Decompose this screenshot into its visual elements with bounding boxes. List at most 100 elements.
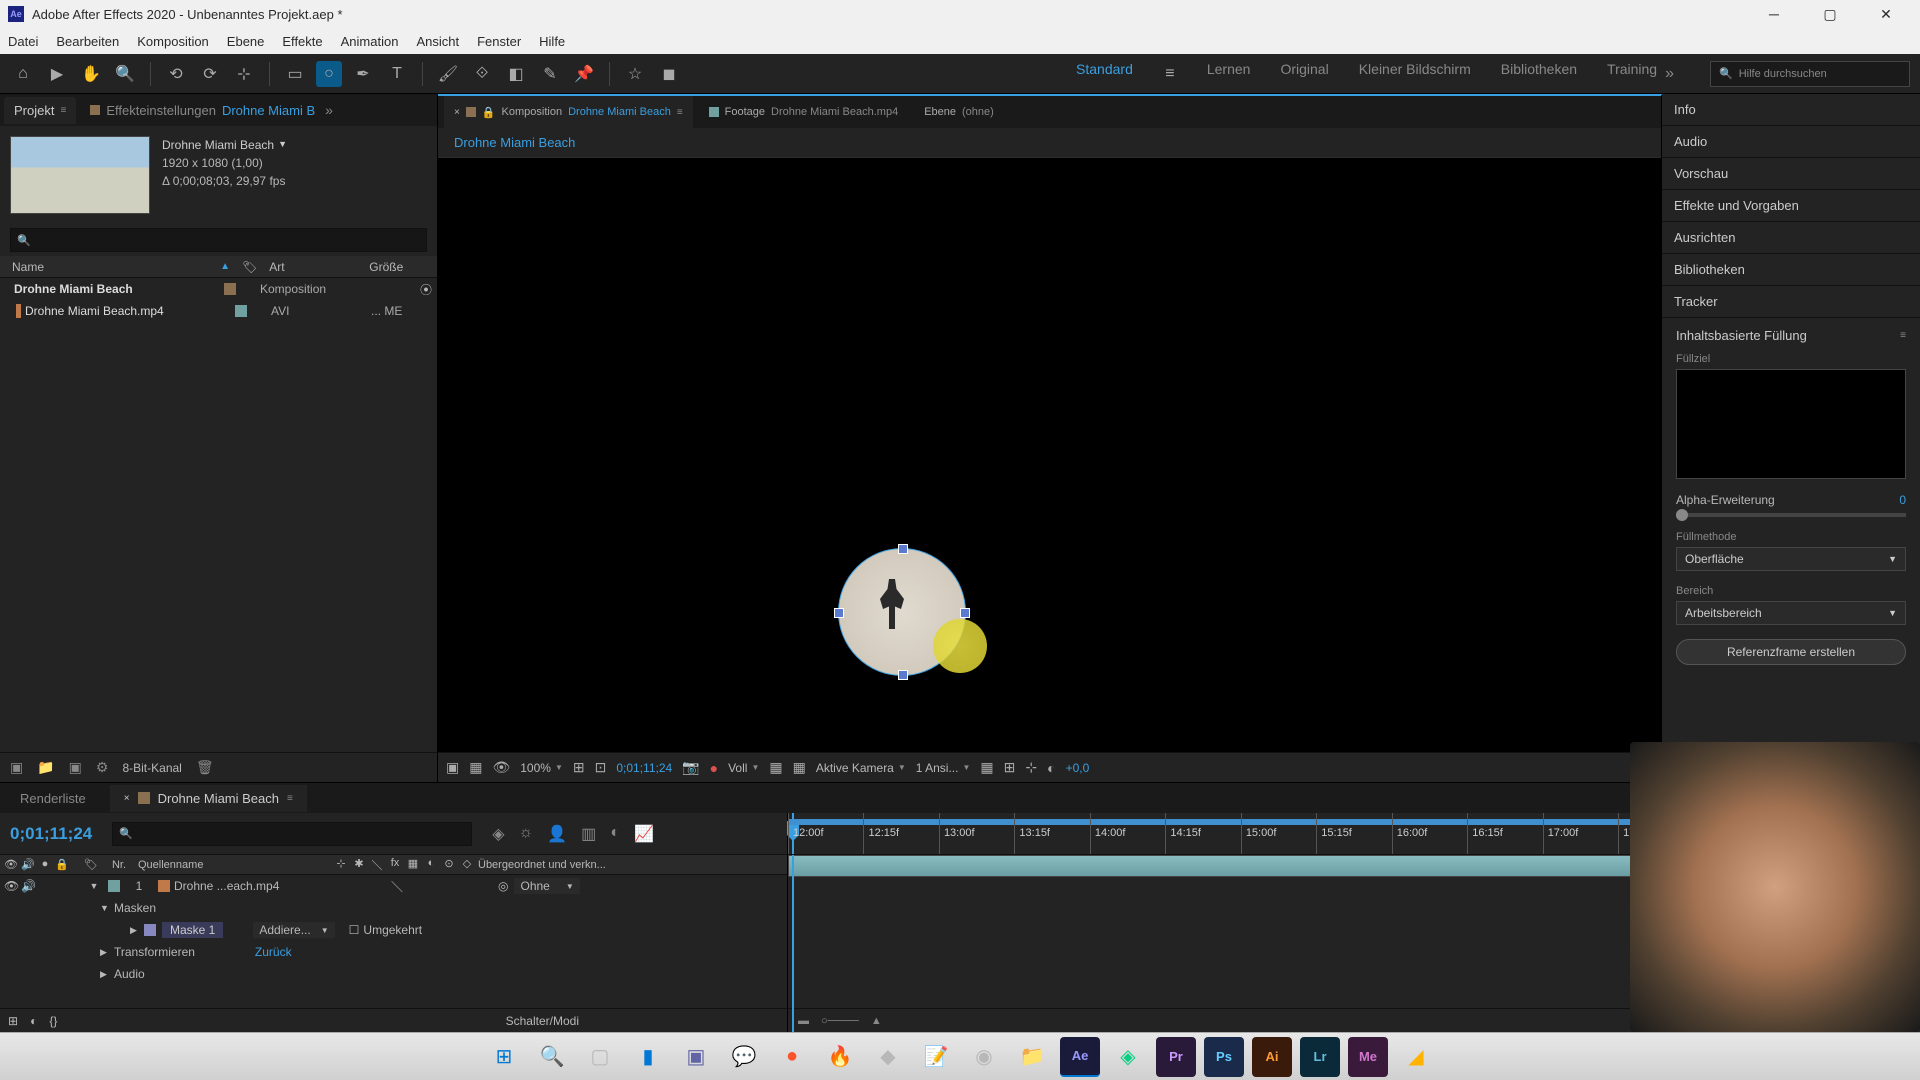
hand-tool-icon[interactable]: ✋ — [78, 61, 104, 87]
panel-preview[interactable]: Vorschau — [1662, 158, 1920, 190]
composition-breadcrumb[interactable]: Drohne Miami Beach — [438, 128, 1661, 158]
selection-tool-icon[interactable]: ▶ — [44, 61, 70, 87]
layer-name[interactable]: Drohne ...each.mp4 — [174, 879, 279, 893]
hide-shy-icon[interactable]: 👤 — [547, 824, 567, 844]
project-tab[interactable]: Projekt ≡ — [4, 97, 76, 124]
exposure-value[interactable]: +0,0 — [1066, 761, 1090, 775]
ellipse-tool-icon[interactable]: ○ — [316, 61, 342, 87]
3d-view-icon[interactable]: ▦ — [793, 759, 806, 776]
zoom-select[interactable]: 100% ▼ — [520, 761, 563, 775]
mask-handle-right[interactable] — [960, 608, 970, 618]
column-type[interactable]: Art — [263, 260, 363, 274]
workspace-learn[interactable]: Lernen — [1207, 61, 1251, 87]
search-taskbar-icon[interactable]: 🔍 — [532, 1037, 572, 1077]
disclosure-open-icon[interactable]: ▼ — [90, 881, 99, 891]
mask-ellipse[interactable] — [838, 548, 966, 676]
anchor-tool-icon[interactable]: ⊹ — [231, 61, 257, 87]
resolution-select[interactable]: Voll ▼ — [728, 761, 759, 775]
fill-method-select[interactable]: Oberfläche ▼ — [1676, 547, 1906, 571]
parent-select[interactable]: Ohne ▼ — [514, 878, 579, 894]
mask-handle-top[interactable] — [898, 544, 908, 554]
app-icon[interactable]: ◢ — [1396, 1037, 1436, 1077]
menu-file[interactable]: Datei — [8, 34, 38, 49]
channel-icon[interactable]: ● — [710, 760, 718, 776]
comp-mini-flowchart-icon[interactable]: ◈ — [492, 824, 504, 844]
toggle-switches-icon[interactable]: ⊞ — [8, 1014, 18, 1028]
home-tool-icon[interactable]: ⌂ — [10, 61, 36, 87]
toggle-brackets-icon[interactable]: {} — [49, 1014, 57, 1028]
transform-group-row[interactable]: ▶ Transformieren Zurück — [0, 941, 787, 963]
panel-effects-presets[interactable]: Effekte und Vorgaben — [1662, 190, 1920, 222]
asset-thumbnail[interactable] — [10, 136, 150, 214]
menu-composition[interactable]: Komposition — [137, 34, 209, 49]
label-swatch-icon[interactable] — [108, 880, 120, 892]
snapshot-icon[interactable]: 📷 — [682, 759, 699, 776]
resolution-icon[interactable]: ⊞ — [573, 759, 585, 776]
menu-window[interactable]: Fenster — [477, 34, 521, 49]
panel-overflow-icon[interactable]: » — [325, 102, 333, 118]
tab-close-icon[interactable]: × — [124, 793, 130, 804]
workspace-small[interactable]: Kleiner Bildschirm — [1359, 61, 1471, 87]
minimize-button[interactable]: ─ — [1756, 2, 1792, 26]
create-reference-frame-button[interactable]: Referenzframe erstellen — [1676, 639, 1906, 665]
disclosure-closed-icon[interactable]: ▶ — [100, 969, 114, 980]
fast-preview-icon[interactable]: ▦ — [769, 759, 782, 776]
figma-icon[interactable]: ◈ — [1108, 1037, 1148, 1077]
toggle-modes-icon[interactable]: ◐ — [30, 1014, 37, 1028]
new-comp-icon[interactable]: ▣ — [69, 759, 82, 776]
column-size[interactable]: Größe — [363, 260, 423, 274]
project-search-input[interactable]: 🔍 — [10, 228, 427, 252]
alpha-expansion-slider[interactable] — [1676, 513, 1906, 517]
fill-range-select[interactable]: Arbeitsbereich ▼ — [1676, 601, 1906, 625]
disclosure-open-icon[interactable]: ▼ — [100, 903, 114, 913]
tab-menu-icon[interactable]: ≡ — [677, 107, 683, 118]
mask-name[interactable]: Maske 1 — [162, 922, 223, 938]
mask-visibility-icon[interactable]: 👁 — [492, 759, 510, 776]
pen-tool-icon[interactable]: ✒ — [350, 61, 376, 87]
project-item-row[interactable]: Drohne Miami Beach Komposition ⦿ — [0, 278, 437, 300]
photoshop-icon[interactable]: Ps — [1204, 1037, 1244, 1077]
column-name[interactable]: Name ▲ — [6, 260, 236, 274]
panel-menu-icon[interactable]: ≡ — [1900, 330, 1906, 341]
menu-layer[interactable]: Ebene — [227, 34, 265, 49]
file-explorer-icon[interactable]: 📁 — [1012, 1037, 1052, 1077]
maximize-button[interactable]: ▢ — [1812, 2, 1848, 26]
brush-tool-icon[interactable]: 🖌 — [435, 61, 461, 87]
mask-mode-select[interactable]: Addiere... ▼ — [253, 922, 334, 938]
snap-toggle-icon[interactable]: ☆ — [622, 61, 648, 87]
zoom-slider[interactable]: ○──── — [821, 1015, 859, 1027]
composition-viewport[interactable] — [438, 158, 1661, 752]
composition-tab[interactable]: × 🔒 Komposition Drohne Miami Beach ≡ — [444, 96, 693, 128]
video-toggle-icon[interactable]: 👁 — [4, 879, 18, 893]
new-folder-icon[interactable]: 📁 — [37, 759, 54, 776]
label-swatch-icon[interactable] — [235, 305, 247, 317]
help-search-input[interactable]: 🔍 Hilfe durchsuchen — [1710, 61, 1910, 87]
whatsapp-icon[interactable]: 💬 — [724, 1037, 764, 1077]
col-source-name[interactable]: Quellenname — [134, 859, 334, 871]
frame-blend-icon[interactable]: ▥ — [581, 824, 596, 844]
workspace-original[interactable]: Original — [1280, 61, 1328, 87]
zoom-in-icon[interactable]: ▲ — [871, 1015, 882, 1027]
label-swatch-icon[interactable] — [224, 283, 236, 295]
current-time[interactable]: 0;01;11;24 — [616, 761, 672, 775]
timeline-current-time[interactable]: 0;01;11;24 — [10, 824, 92, 844]
mask-invert-checkbox[interactable]: ☐ — [349, 923, 360, 937]
explorer-icon[interactable]: ▮ — [628, 1037, 668, 1077]
teams-icon[interactable]: ▣ — [676, 1037, 716, 1077]
mask-handle-left[interactable] — [834, 608, 844, 618]
view-count-select[interactable]: 1 Ansi... ▼ — [916, 761, 971, 775]
obs-icon[interactable]: ◉ — [964, 1037, 1004, 1077]
panel-libraries[interactable]: Bibliotheken — [1662, 254, 1920, 286]
exposure-icon[interactable]: ◐ — [1047, 760, 1055, 776]
eraser-tool-icon[interactable]: ◧ — [503, 61, 529, 87]
workspace-overflow-icon[interactable]: » — [1665, 65, 1674, 83]
rect-tool-icon[interactable]: ▭ — [282, 61, 308, 87]
switch-mode-toggle[interactable]: Schalter/Modi — [506, 1014, 579, 1028]
after-effects-icon[interactable]: Ae — [1060, 1037, 1100, 1077]
transparency-grid-icon[interactable]: ▦ — [469, 759, 482, 776]
start-button[interactable]: ⊞ — [484, 1037, 524, 1077]
project-tab-menu-icon[interactable]: ≡ — [60, 105, 66, 116]
mask-color-swatch[interactable] — [144, 924, 156, 936]
guides-icon[interactable]: ⊹ — [1025, 759, 1037, 776]
clone-tool-icon[interactable]: ⟐ — [469, 61, 495, 87]
